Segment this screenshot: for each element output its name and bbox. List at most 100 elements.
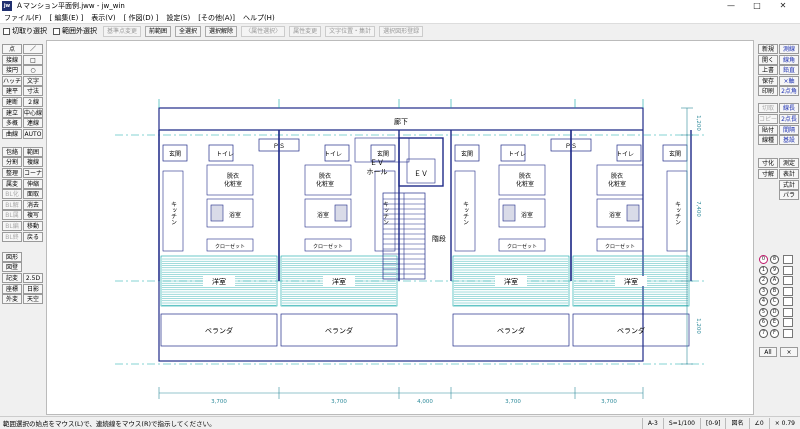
left-tool-14-1[interactable]: 消去 — [23, 199, 43, 210]
checkbox-0[interactable]: 切取り選択 — [3, 26, 47, 36]
menu-item-2[interactable]: 表示(V) — [91, 13, 115, 23]
left-tool-4-0[interactable]: 建平 — [2, 86, 22, 97]
layer-indicator[interactable]: [0-9] — [700, 417, 725, 429]
drawing-canvas[interactable]: 廊下 玄関 トイレ キッチン 脱衣 化粧室 浴室 クローゼット 洋室 ベランダ 玄関 トイレ キッチン 脱… — [46, 40, 754, 415]
right-tool-6-1[interactable]: 2点長 — [779, 113, 799, 124]
right-tool-3-1[interactable]: ×軸 — [779, 75, 799, 86]
layer-group-box[interactable] — [783, 318, 793, 327]
right-tool-1-1[interactable]: 線角 — [779, 54, 799, 65]
right-tool-5-0[interactable]: 切取 — [758, 103, 778, 114]
layer-group-box[interactable] — [783, 328, 793, 338]
left-tool-15-1[interactable]: 複写 — [23, 210, 43, 221]
right-tool-9-0[interactable]: 寸化 — [758, 158, 778, 169]
left-tool-0-1[interactable]: ／ — [23, 44, 43, 54]
left-tool-6-1[interactable]: 中心線 — [23, 107, 43, 118]
right-tool-0-0[interactable]: 新規 — [758, 44, 778, 54]
right-tool-7-1[interactable]: 間隔 — [779, 124, 799, 135]
layer-group-box[interactable] — [783, 276, 793, 285]
left-tool-8-0[interactable]: 曲線 — [2, 128, 22, 139]
layer-button-E[interactable]: E — [770, 318, 779, 327]
left-tool-21-0[interactable]: 座標 — [2, 283, 22, 294]
layer-group-box[interactable] — [783, 307, 793, 317]
layer-button-C[interactable]: C — [770, 297, 779, 306]
left-tool-10-1[interactable]: 複線 — [23, 157, 43, 168]
layer-button-9[interactable]: 9 — [770, 265, 779, 275]
toolbar-button-1[interactable]: 前範囲 — [145, 25, 172, 37]
left-tool-8-1[interactable]: AUTO — [23, 128, 43, 139]
left-tool-7-1[interactable]: 連線 — [23, 118, 43, 129]
floor-plan[interactable]: 廊下玄関 トイレキッチン 脱衣化粧室浴室クローゼット洋室ベランダ 玄関 トイレキッチン 脱… — [47, 41, 753, 414]
zoom-indicator[interactable]: × 0.79 — [768, 417, 800, 429]
left-tool-9-0[interactable]: 包絡 — [2, 146, 22, 157]
toolbar-button-2[interactable]: 全選択 — [175, 25, 202, 37]
left-tool-1-0[interactable]: 接線 — [2, 54, 22, 65]
right-tool-6-0[interactable]: コピー — [758, 113, 778, 124]
layer-button-1[interactable]: 1 — [759, 265, 768, 275]
layer-button-5[interactable]: 5 — [759, 307, 768, 317]
left-tool-5-0[interactable]: 建断 — [2, 97, 22, 107]
layer-button-F[interactable]: F — [770, 328, 779, 338]
maximize-button[interactable]: □ — [744, 0, 770, 12]
left-tool-5-1[interactable]: ２線 — [23, 97, 43, 107]
layer-button-B[interactable]: B — [770, 286, 779, 296]
right-tool-2-1[interactable]: 鉛直 — [779, 65, 799, 76]
toolbar-button-5[interactable]: 属性変更 — [289, 25, 322, 37]
menu-item-1[interactable]: [ 編集(E) ] — [50, 13, 84, 23]
layer-group-box[interactable] — [783, 297, 793, 306]
right-tool-10-0[interactable]: 寸解 — [758, 169, 778, 180]
right-tool-9-1[interactable]: 測定 — [779, 158, 799, 169]
layer-button-4[interactable]: 4 — [759, 297, 768, 306]
left-tool-2-1[interactable]: ○ — [23, 65, 43, 76]
layer-button-2[interactable]: 2 — [759, 276, 768, 285]
layer-button-0[interactable]: 0 — [759, 255, 768, 264]
left-tool-15-0[interactable]: BL属 — [2, 210, 22, 221]
left-tool-7-0[interactable]: 多概 — [2, 118, 22, 129]
left-tool-4-1[interactable]: 寸法 — [23, 86, 43, 97]
layer-button-6[interactable]: 6 — [759, 318, 768, 327]
menu-item-6[interactable]: ヘルプ(H) — [243, 13, 275, 23]
right-tool-0-1[interactable]: 測線 — [779, 44, 799, 54]
right-tool-11-1[interactable]: 式計 — [779, 179, 799, 190]
left-tool-22-1[interactable]: 天空 — [23, 294, 43, 305]
left-tool-3-1[interactable]: 文字 — [23, 75, 43, 86]
left-tool-18-0[interactable]: 図形 — [2, 251, 22, 262]
right-tool-3-0[interactable]: 保存 — [758, 75, 778, 86]
right-tool-8-0[interactable]: 線種 — [758, 135, 778, 146]
toolbar-button-7[interactable]: 選択図形登録 — [379, 25, 424, 37]
left-tool-9-1[interactable]: 範囲 — [23, 146, 43, 157]
checkbox-1[interactable]: 範囲外選択 — [53, 26, 97, 36]
menu-item-4[interactable]: 設定(S) — [166, 13, 190, 23]
left-tool-2-0[interactable]: 接円 — [2, 65, 22, 76]
left-tool-17-0[interactable]: BL終 — [2, 231, 22, 242]
menu-item-5[interactable]: [その他(A)] — [198, 13, 235, 23]
left-tool-0-0[interactable]: 点 — [2, 44, 22, 54]
left-tool-13-1[interactable]: 面取 — [23, 189, 43, 200]
left-tool-11-1[interactable]: コーナー — [23, 168, 43, 179]
right-tool-7-0[interactable]: 貼付 — [758, 124, 778, 135]
left-tool-16-0[interactable]: BL編 — [2, 221, 22, 232]
checkbox-box[interactable] — [53, 27, 60, 35]
layer-button-8[interactable]: 8 — [770, 255, 779, 264]
right-tool-8-1[interactable]: 基設 — [779, 135, 799, 146]
right-tool-4-1[interactable]: 2点角 — [779, 86, 799, 97]
layer-button-D[interactable]: D — [770, 307, 779, 317]
menu-item-3[interactable]: [ 作図(D) ] — [124, 13, 159, 23]
left-tool-6-0[interactable]: 建立 — [2, 107, 22, 118]
toolbar-button-3[interactable]: 選択解除 — [205, 25, 238, 37]
right-tool-4-0[interactable]: 印刷 — [758, 86, 778, 97]
left-tool-1-1[interactable]: □ — [23, 54, 43, 65]
left-tool-22-0[interactable]: 外変 — [2, 294, 22, 305]
left-tool-14-0[interactable]: BL解 — [2, 199, 22, 210]
left-tool-11-0[interactable]: 整理 — [2, 168, 22, 179]
layer-group-box[interactable] — [783, 255, 793, 264]
layer-button-A[interactable]: A — [770, 276, 779, 285]
layer-all-button-0[interactable]: All — [759, 347, 777, 357]
right-tool-5-1[interactable]: 線長 — [779, 103, 799, 114]
layer-all-button-1[interactable]: × — [780, 347, 798, 357]
left-tool-19-0[interactable]: 図登 — [2, 262, 22, 273]
checkbox-box[interactable] — [3, 27, 10, 35]
toolbar-button-4[interactable]: 〈属性選択〉 — [241, 25, 286, 37]
left-tool-16-1[interactable]: 移動 — [23, 221, 43, 232]
layer-group-box[interactable] — [783, 265, 793, 275]
left-tool-13-0[interactable]: BL化 — [2, 189, 22, 200]
